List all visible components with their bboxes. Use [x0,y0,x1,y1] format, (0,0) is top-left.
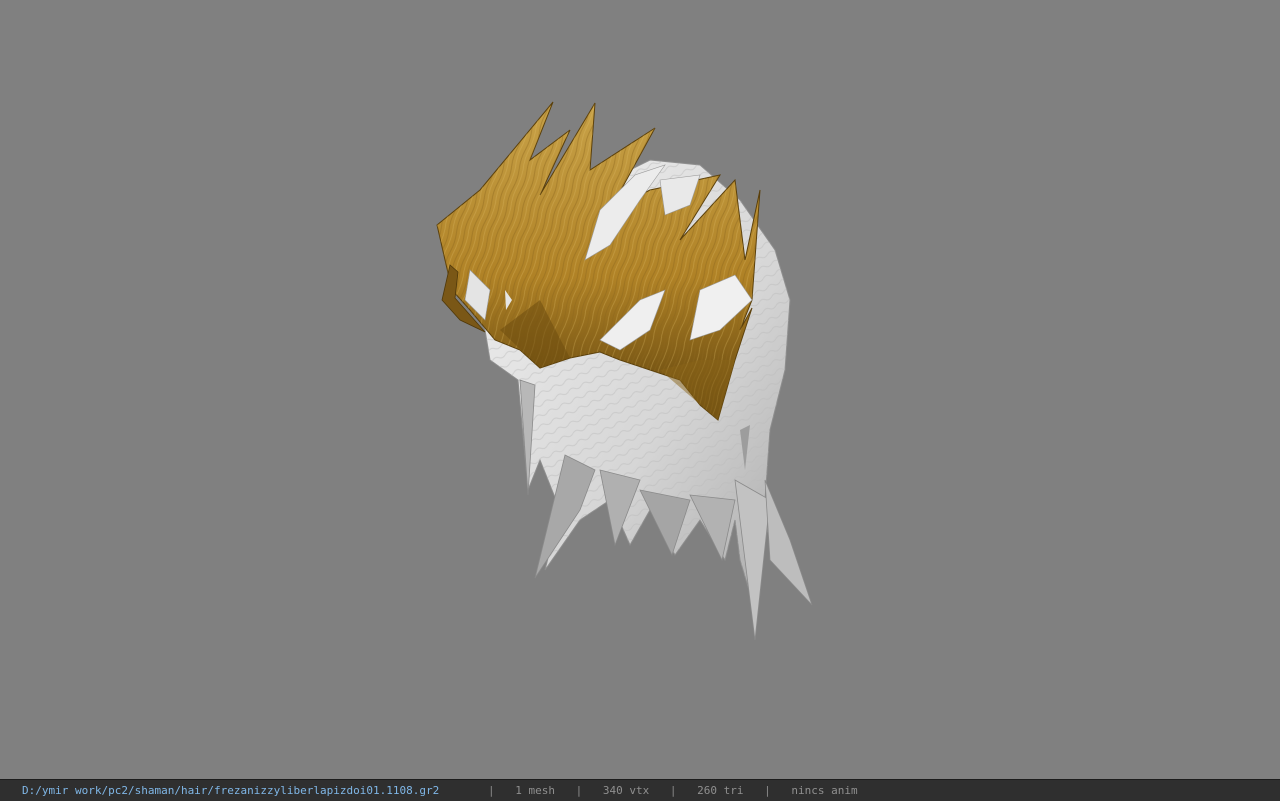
model-stats: | 1 mesh | 340 vtx | 260 tri | nincs ani… [488,780,858,801]
separator: | [575,784,583,797]
mesh-count-label: 1 mesh [515,784,555,797]
vertex-count-label: 340 vtx [602,784,650,797]
separator: | [669,784,677,797]
triangle-count-label: 260 tri [697,784,744,797]
anim-status-label: nincs anim [791,784,858,797]
file-path-label: D:/ymir work/pc2/shaman/hair/frezanizzyl… [22,784,440,797]
status-bar: D:/ymir work/pc2/shaman/hair/frezanizzyl… [0,779,1280,801]
separator: | [488,784,495,797]
hair-model-render [436,101,813,641]
separator: | [764,784,771,797]
3d-viewport[interactable] [0,0,1280,778]
